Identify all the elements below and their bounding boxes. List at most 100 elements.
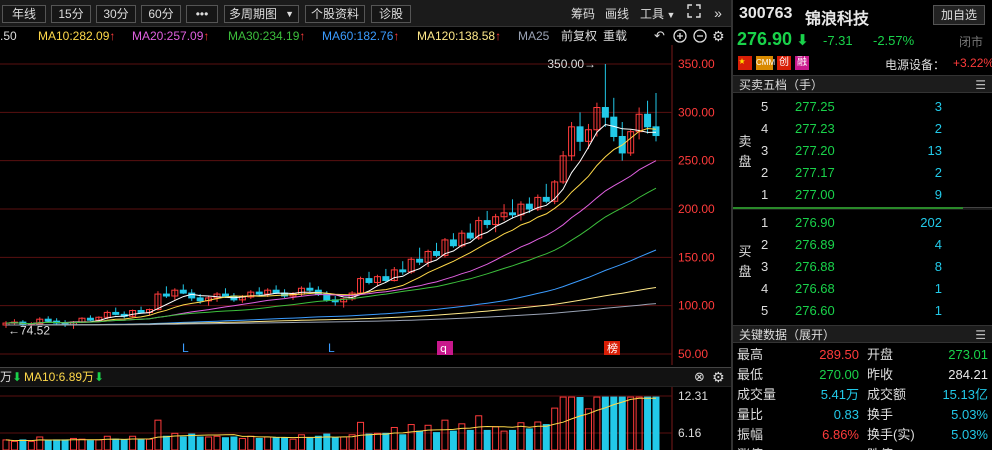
bid-row[interactable]: 5 276.60 1 [733, 300, 992, 322]
cmm-tag: CMM [756, 56, 775, 70]
key-data-label: 最高 [737, 347, 764, 362]
ask-level: 4 [761, 121, 769, 136]
candle [416, 258, 424, 263]
price-tick-label: 100.00 [678, 299, 715, 313]
ask-row[interactable]: 4 277.23 2 [733, 118, 992, 140]
price-tick-label: 300.00 [678, 105, 715, 119]
candle [508, 212, 516, 216]
key-data-row: 振幅 6.86% 换手(实) 5.03% [733, 425, 992, 445]
chips-button[interactable]: 筹码 [571, 5, 595, 23]
price-change-pct: -2.57% [873, 33, 915, 48]
period-button-30min[interactable]: 30分 [96, 5, 136, 23]
gear-icon[interactable]: ⚙ [712, 368, 725, 386]
key-data-value: 273.01 [948, 347, 988, 362]
ask-level: 1 [761, 187, 769, 202]
zoom-in-icon[interactable] [673, 27, 687, 45]
double-chevron-right-icon[interactable]: » [710, 4, 726, 22]
bid-level: 3 [761, 259, 769, 274]
volume-bar [416, 430, 424, 450]
candle [196, 297, 204, 302]
key-data-row: 成交量 5.41万 成交额 15.13亿 [733, 385, 992, 405]
bid-price: 276.60 [795, 303, 835, 318]
menu-icon[interactable]: ☰ [975, 326, 986, 344]
volume-bar-chart[interactable]: 12.31 6.16 [0, 387, 731, 450]
expand-icon[interactable] [686, 4, 702, 22]
ask-row[interactable]: 1 277.00 9 [733, 184, 992, 206]
candle [542, 196, 550, 202]
candle [483, 220, 491, 225]
volume-bar [306, 437, 314, 450]
volume-bar [112, 438, 120, 450]
china-flag-icon [738, 56, 752, 70]
orderbook-header[interactable]: 买卖五档（手） ☰ [733, 75, 992, 93]
key-data-row: 最高 289.50 开盘 273.01 [733, 345, 992, 365]
undo-icon[interactable]: ↶ [654, 27, 665, 45]
bid-row[interactable]: 1 276.90 202 [733, 212, 992, 234]
ask-row[interactable]: 2 277.17 2 [733, 162, 992, 184]
volume-bar [61, 439, 69, 450]
volume-bar [331, 437, 339, 450]
volume-bar [576, 397, 584, 450]
gear-icon[interactable]: ⚙ [712, 27, 725, 45]
key-data-value: 284.21 [948, 367, 988, 382]
ask-level: 3 [761, 143, 769, 158]
caret-down-icon: ▼ [285, 9, 294, 19]
draw-line-button[interactable]: 画线 [605, 5, 629, 23]
sector-name[interactable]: 电源设备： [885, 56, 945, 73]
adjust-mode-button[interactable]: 前复权 [561, 27, 597, 45]
bid-row[interactable]: 2 276.89 4 [733, 234, 992, 256]
diagnose-button[interactable]: 诊股 [371, 5, 411, 23]
volume-bar [53, 439, 61, 450]
tools-dropdown[interactable]: 工具 ▼ [640, 5, 675, 23]
tag-row: CMM 创 融 电源设备： +3.22% [733, 54, 992, 72]
multi-period-dropdown[interactable]: 多周期图 ▼ [224, 5, 299, 23]
add-watchlist-button[interactable]: 加自选 [933, 5, 985, 25]
price-candlestick-chart[interactable]: 350.00 300.00 250.00 200.00 150.00 100.00 50.0… [0, 45, 731, 365]
ma20-legend: MA20:257.09↑ [132, 29, 210, 43]
ask-row[interactable]: 3 277.20 13 [733, 140, 992, 162]
volume-bar [137, 439, 145, 450]
bid-price: 276.88 [795, 259, 835, 274]
bid-row[interactable]: 4 276.68 1 [733, 278, 992, 300]
key-data-value: 6.86% [822, 427, 859, 442]
high-price-label: 350.00→ [547, 57, 596, 71]
candle [449, 239, 457, 247]
bid-row[interactable]: 3 276.88 8 [733, 256, 992, 278]
volume-bar [314, 435, 322, 450]
key-data-row: 最低 270.00 昨收 284.21 [733, 365, 992, 385]
ma60-legend: MA60:182.76↑ [322, 29, 400, 43]
event-marker: L [182, 341, 189, 355]
bid-level: 4 [761, 281, 769, 296]
volume-bar [86, 440, 94, 450]
key-data-label: 跌停 [867, 445, 893, 450]
key-data-row: 量比 0.83 换手 5.03% [733, 405, 992, 425]
stock-profile-button[interactable]: 个股资料 [305, 5, 365, 23]
ask-row[interactable]: 5 277.25 3 [733, 96, 992, 118]
period-button-15min[interactable]: 15分 [51, 5, 91, 23]
candle [525, 203, 533, 210]
more-periods-button[interactable]: ••• [186, 5, 218, 23]
candle [137, 310, 145, 313]
ask-volume: 2 [934, 121, 942, 136]
bid-volume: 4 [934, 237, 942, 252]
volume-bar [433, 432, 441, 450]
key-data-value: 15.13亿 [942, 387, 988, 402]
key-data-label: 换手 [867, 407, 894, 422]
volume-bar [188, 433, 196, 450]
orderbook-title: 买卖五档（手） [739, 78, 824, 92]
close-icon[interactable]: ⊗ [694, 368, 705, 386]
volume-bar [196, 436, 204, 450]
volume-tick-label: 12.31 [678, 389, 708, 403]
volume-bar [542, 424, 550, 450]
ask-price: 277.20 [795, 143, 835, 158]
key-data-value: 5.03% [951, 427, 988, 442]
volume-bar [466, 429, 474, 450]
ma30-legend: MA30:234.19↑ [228, 29, 306, 43]
zoom-out-icon[interactable] [693, 27, 707, 45]
period-button-year[interactable]: 年线 [2, 5, 46, 23]
reload-button[interactable]: 重载 [603, 27, 627, 45]
menu-icon[interactable]: ☰ [975, 76, 986, 94]
period-button-60min[interactable]: 60分 [141, 5, 181, 23]
key-data-header[interactable]: 关键数据（展开） ☰ [733, 325, 992, 343]
ma120-legend: MA120:138.58↑ [417, 29, 502, 43]
